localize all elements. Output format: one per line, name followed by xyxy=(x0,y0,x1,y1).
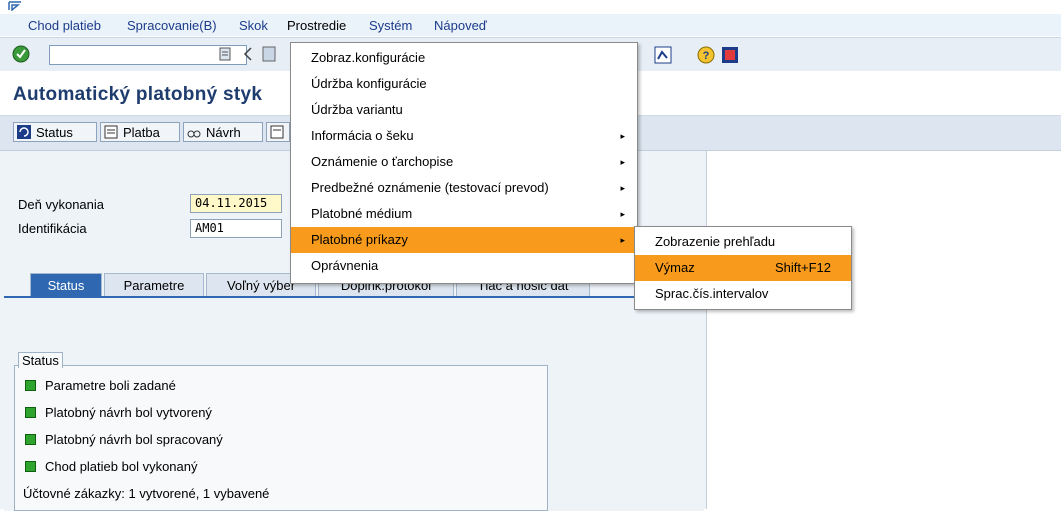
menu-chod-platieb[interactable]: Chod platieb xyxy=(28,18,101,33)
submenu-arrow-icon: ▸ xyxy=(620,209,625,219)
tab-parametre[interactable]: Parametre xyxy=(104,273,204,297)
proposal-glasses-icon xyxy=(187,130,201,138)
menu-napoved[interactable]: Nápoveď xyxy=(434,18,487,33)
submenu-item-vymaz[interactable]: Výmaz Shift+F12 xyxy=(635,255,851,281)
status-item-text: Chod platieb bol vykonaný xyxy=(45,459,198,474)
menu-prostredie[interactable]: Prostredie xyxy=(287,18,346,33)
more-button[interactable] xyxy=(266,122,290,142)
menu-item-udrzba-variantu[interactable]: Údržba variantu xyxy=(291,97,637,123)
menu-bar: Chod platieb Spracovanie(B) Skok Prostre… xyxy=(0,14,1061,36)
platba-button-label: Platba xyxy=(123,125,160,140)
platobne-prikazy-submenu: Zobrazenie prehľadu Výmaz Shift+F12 Sprac… xyxy=(634,226,852,310)
status-button[interactable]: Status xyxy=(13,122,97,142)
status-item: Chod platieb bol vykonaný xyxy=(25,459,198,474)
status-summary: Účtovné zákazky: 1 vytvorené, 1 vybavené xyxy=(23,486,270,501)
menu-item-oznamenie-o-tarchopise[interactable]: Oznámenie o ťarchopise ▸ xyxy=(291,149,637,175)
status-item-text: Platobný návrh bol spracovaný xyxy=(45,432,223,447)
menu-item-platobne-medium[interactable]: Platobné médium ▸ xyxy=(291,201,637,227)
status-group: Status Parametre boli zadané Platobný ná… xyxy=(14,352,548,511)
status-item-text: Platobný návrh bol vytvorený xyxy=(45,405,212,420)
menu-item-zobraz-konfiguracie[interactable]: Zobraz.konfigurácie xyxy=(291,45,637,71)
submenu-item-sprac-cis-intervalov[interactable]: Sprac.čís.intervalov xyxy=(635,281,851,307)
platba-button[interactable]: Platba xyxy=(100,122,180,142)
customize-layout-icon[interactable] xyxy=(721,46,739,64)
help-icon[interactable]: ? xyxy=(697,46,715,64)
menu-item-opravnenia[interactable]: Oprávnenia xyxy=(291,253,637,279)
green-status-light-icon xyxy=(25,434,36,446)
status-item-text: Parametre boli zadané xyxy=(45,378,176,393)
green-status-light-icon xyxy=(25,407,36,419)
menu-item-predbezne-oznamenie[interactable]: Predbežné oznámenie (testovací prevod) ▸ xyxy=(291,175,637,201)
submenu-arrow-icon: ▸ xyxy=(620,235,625,245)
execution-date-input[interactable]: 04.11.2015 xyxy=(190,194,282,213)
status-item: Parametre boli zadané xyxy=(25,378,176,393)
identification-input[interactable]: AM01 xyxy=(190,219,282,238)
save-icon[interactable] xyxy=(262,46,276,62)
submenu-item-zobrazenie-prehladu[interactable]: Zobrazenie prehľadu xyxy=(635,229,851,255)
refresh-status-icon xyxy=(17,125,31,139)
right-pane xyxy=(706,151,1061,509)
execution-date-label: Deň vykonania xyxy=(18,197,104,212)
status-button-label: Status xyxy=(36,125,73,140)
document-icon xyxy=(270,125,284,139)
status-item: Platobný návrh bol spracovaný xyxy=(25,432,223,447)
menu-spracovanie[interactable]: Spracovanie(B) xyxy=(127,18,217,33)
submenu-arrow-icon: ▸ xyxy=(620,157,625,167)
prostredie-dropdown-menu: Zobraz.konfigurácie Údržba konfigurácie … xyxy=(290,42,638,284)
tab-status[interactable]: Status xyxy=(30,273,102,297)
identification-label: Identifikácia xyxy=(18,221,87,236)
navrh-button-label: Návrh xyxy=(206,125,241,140)
enter-check-icon[interactable] xyxy=(12,45,30,63)
system-menu-icon[interactable] xyxy=(8,1,22,11)
status-group-title: Status xyxy=(18,352,63,368)
back-arrow-icon[interactable] xyxy=(243,47,253,61)
svg-text:?: ? xyxy=(703,50,710,62)
menu-item-informacia-o-seku[interactable]: Informácia o šeku ▸ xyxy=(291,123,637,149)
menu-item-platobne-prikazy[interactable]: Platobné príkazy ▸ xyxy=(291,227,637,253)
status-item: Platobný návrh bol vytvorený xyxy=(25,405,212,420)
menu-item-udrzba-konfiguracie[interactable]: Údržba konfigurácie xyxy=(291,71,637,97)
submenu-arrow-icon: ▸ xyxy=(620,131,625,141)
page-title: Automatický platobný styk xyxy=(13,84,263,105)
command-dropdown-icon[interactable] xyxy=(218,46,232,62)
green-status-light-icon xyxy=(25,380,36,392)
payment-document-icon xyxy=(104,125,118,139)
menu-system[interactable]: Systém xyxy=(369,18,412,33)
menu-skok[interactable]: Skok xyxy=(239,18,268,33)
navrh-button[interactable]: Návrh xyxy=(183,122,263,142)
submenu-arrow-icon: ▸ xyxy=(620,183,625,193)
green-status-light-icon xyxy=(25,461,36,473)
shortcut-label: Shift+F12 xyxy=(774,260,831,275)
layout-icon[interactable] xyxy=(654,46,672,64)
